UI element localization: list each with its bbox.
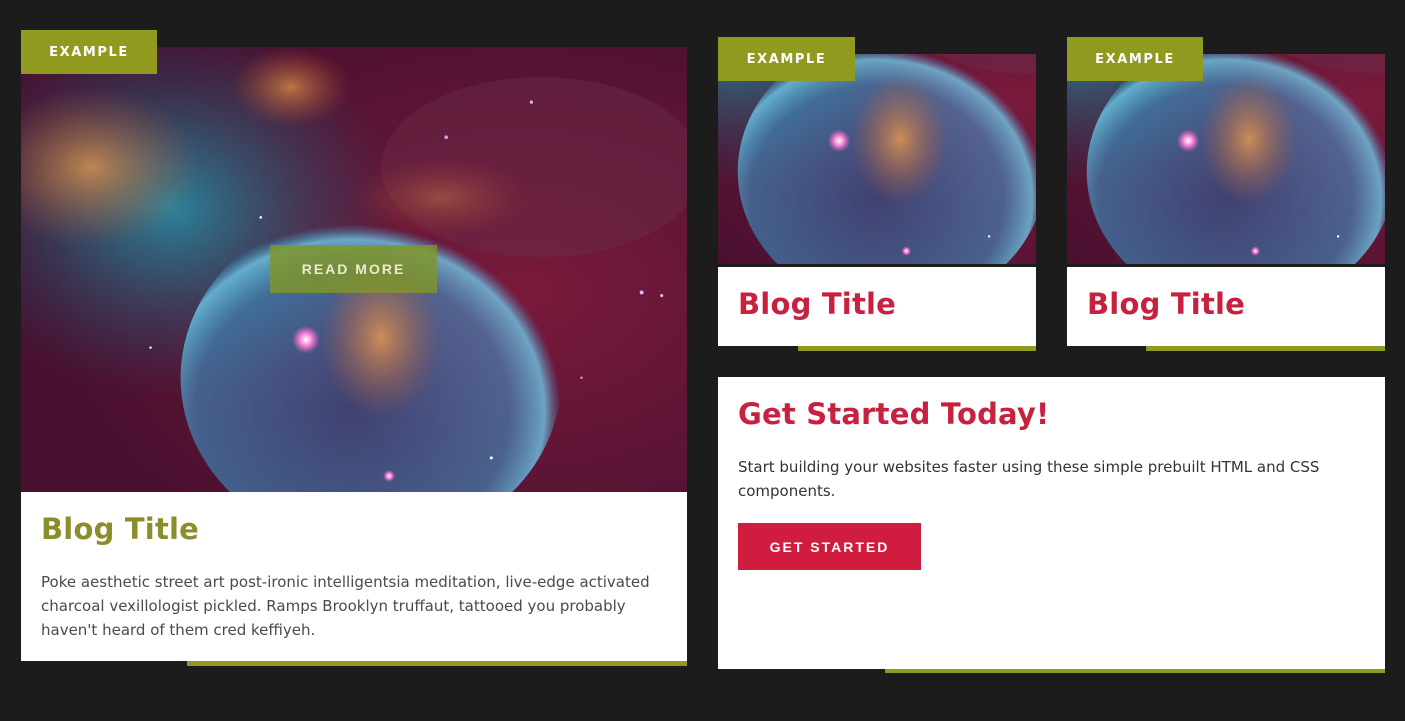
featured-card-tag: EXAMPLE: [21, 30, 157, 74]
featured-card-excerpt: Poke aesthetic street art post-ironic in…: [41, 573, 650, 639]
get-started-button[interactable]: GET STARTED: [738, 523, 921, 570]
featured-blog-card[interactable]: EXAMPLE READ MORE Blog Title Poke aesthe…: [21, 30, 687, 667]
small-card-1-body: Blog Title: [718, 267, 1036, 346]
cta-heading: Get Started Today!: [738, 397, 1050, 431]
nebula-bubble-image: [718, 54, 1036, 264]
small-card-2-body: Blog Title: [1067, 267, 1385, 346]
cta-card-body: Get Started Today! Start building your w…: [718, 377, 1385, 669]
get-started-card: Get Started Today! Start building your w…: [718, 377, 1385, 674]
cta-description: Start building your websites faster usin…: [738, 458, 1320, 500]
small-blog-card-2[interactable]: EXAMPLE Blog Title: [1067, 37, 1385, 351]
small-card-2-title[interactable]: Blog Title: [1087, 287, 1245, 321]
small-card-2-image: [1067, 54, 1385, 267]
small-blog-card-1[interactable]: EXAMPLE Blog Title: [718, 37, 1036, 351]
small-card-1-tag: EXAMPLE: [718, 37, 855, 81]
featured-card-title[interactable]: Blog Title: [41, 512, 199, 546]
featured-card-body: Blog Title Poke aesthetic street art pos…: [21, 492, 687, 661]
nebula-bubble-image: [1067, 54, 1385, 264]
small-card-2-tag: EXAMPLE: [1067, 37, 1203, 81]
small-card-1-title[interactable]: Blog Title: [738, 287, 896, 321]
small-card-1-image: [718, 54, 1036, 267]
read-more-button[interactable]: READ MORE: [270, 245, 437, 293]
